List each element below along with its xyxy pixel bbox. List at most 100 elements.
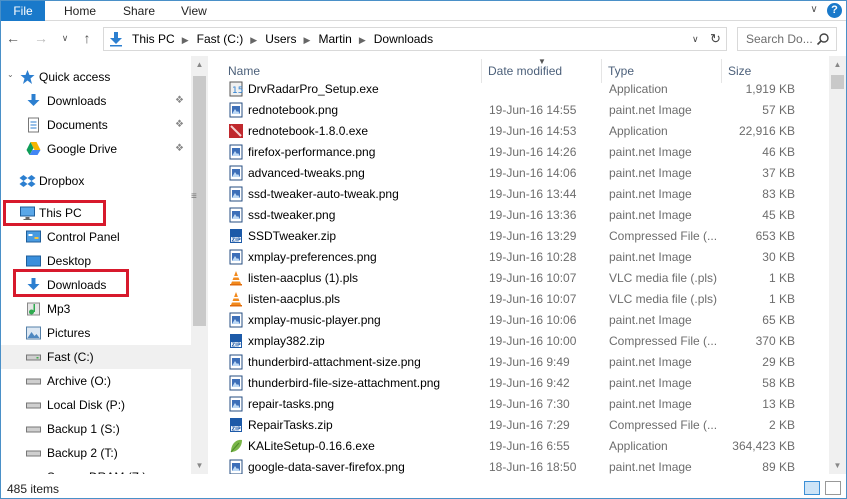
svg-text:ZIP: ZIP (232, 238, 241, 244)
collapse-chevron-icon[interactable]: ⌄ (7, 70, 14, 79)
file-name: rednotebook-1.8.0.exe (248, 124, 369, 138)
crumb-this-pc[interactable]: This PC (132, 28, 175, 50)
file-row[interactable]: thunderbird-file-size-attachment.png 19-J… (208, 373, 829, 394)
zip-icon: ZIP (230, 229, 242, 244)
nav-label: Backup 2 (T:) (47, 446, 118, 460)
tab-view[interactable]: View (181, 1, 207, 21)
file-row[interactable]: rednotebook-1.8.0.exe 19-Jun-16 14:53 Appl… (208, 121, 829, 142)
crumb-users[interactable]: Users (265, 28, 296, 50)
file-row[interactable]: listen-aacplus.pls 19-Jun-16 10:07 VLC med… (208, 289, 829, 310)
file-list: Name Date modified Type Size ▼ 15 DrvRada… (208, 56, 829, 474)
breadcrumb: This PC ▶ Fast (C:) ▶ Users ▶ Martin ▶ Downloads (132, 28, 433, 50)
nav-secure-dram-z[interactable]: Secure-DRAM (Z:) (1, 465, 191, 474)
address-dropdown-icon[interactable]: ∨ (692, 34, 702, 44)
nav-local-disk-p[interactable]: Local Disk (P:) (1, 393, 191, 417)
file-row[interactable]: xmplay-music-player.png 19-Jun-16 10:06 pa… (208, 310, 829, 331)
crumb-downloads[interactable]: Downloads (374, 28, 433, 50)
nav-label: Google Drive (47, 142, 118, 156)
nav-pane-scrollbar[interactable]: ▲ ▼ (191, 56, 208, 474)
file-row[interactable]: xmplay-preferences.png 19-Jun-16 10:28 pai… (208, 247, 829, 268)
file-row[interactable]: firefox-performance.png 19-Jun-16 14:26 pa… (208, 142, 829, 163)
nav-label: Pictures (47, 326, 91, 340)
crumb-martin[interactable]: Martin (318, 28, 351, 50)
file-row[interactable]: repair-tasks.png 19-Jun-16 7:30 paint.net … (208, 394, 829, 415)
file-date: 19-Jun-16 14:06 (489, 166, 577, 180)
nav-quick-access[interactable]: ⌄ Quick access (1, 65, 191, 89)
file-size: 29 KB (762, 355, 795, 369)
file-tab[interactable]: File (1, 1, 45, 21)
file-size: 37 KB (762, 166, 795, 180)
file-name: SSDTweaker.zip (248, 229, 337, 243)
file-type: paint.net Image (609, 376, 692, 390)
image-file-icon (229, 165, 243, 181)
back-arrow-icon[interactable]: ← (5, 30, 21, 46)
file-date: 18-Jun-16 18:50 (489, 460, 577, 474)
nav-quick-google-drive[interactable]: Google Drive ❖ (1, 137, 191, 161)
nav-quick-downloads[interactable]: Downloads ❖ (1, 89, 191, 113)
nav-pictures[interactable]: Pictures (1, 321, 191, 345)
up-arrow-icon[interactable]: ↑ (79, 30, 95, 46)
expand-ribbon-chevron-icon[interactable]: ∨ (808, 4, 820, 16)
music-icon (27, 302, 40, 316)
file-row[interactable]: ssd-tweaker.png 19-Jun-16 13:36 paint.net … (208, 205, 829, 226)
file-row[interactable]: advanced-tweaks.png 19-Jun-16 14:06 paint.… (208, 163, 829, 184)
nav-mp3[interactable]: Mp3 (1, 297, 191, 321)
nav-archive-o[interactable]: Archive (O:) (1, 369, 191, 393)
scroll-up-icon[interactable]: ▲ (829, 56, 846, 73)
file-row[interactable]: google-data-saver-firefox.png 18-Jun-16 1… (208, 457, 829, 474)
desktop-icon (26, 255, 41, 267)
file-row[interactable]: ZIP xmplay382.zip 19-Jun-16 10:00 Compresse… (208, 331, 829, 352)
details-view-icon[interactable] (804, 481, 820, 495)
scroll-down-icon[interactable]: ▼ (191, 457, 208, 474)
nav-label: Fast (C:) (47, 350, 94, 364)
file-row[interactable]: KALiteSetup-0.16.6.exe 19-Jun-16 6:55 Appl… (208, 436, 829, 457)
crumb-fast-c[interactable]: Fast (C:) (197, 28, 244, 50)
file-row[interactable]: 15 DrvRadarPro_Setup.exe Application 1,919 … (208, 79, 829, 100)
help-icon[interactable]: ? (827, 3, 842, 18)
nav-quick-documents[interactable]: Documents ❖ (1, 113, 191, 137)
pin-icon[interactable]: ❖ (175, 143, 185, 155)
tab-home[interactable]: Home (64, 1, 96, 21)
forward-arrow-icon[interactable]: → (33, 30, 49, 46)
file-date: 19-Jun-16 10:28 (489, 250, 577, 264)
nav-dropbox[interactable]: Dropbox (1, 169, 191, 193)
file-size: 30 KB (762, 250, 795, 264)
image-file-icon (229, 459, 243, 474)
file-row[interactable]: thunderbird-attachment-size.png 19-Jun-16… (208, 352, 829, 373)
search-box[interactable]: Search Do... (737, 27, 837, 51)
search-placeholder: Search Do... (746, 32, 813, 46)
file-row[interactable]: rednotebook.png 19-Jun-16 14:55 paint.net … (208, 100, 829, 121)
file-name: xmplay-preferences.png (248, 250, 377, 264)
pin-icon[interactable]: ❖ (175, 119, 185, 131)
chevron-right-icon[interactable]: ▶ (182, 29, 189, 51)
chevron-right-icon[interactable]: ▶ (359, 29, 366, 51)
large-icons-view-icon[interactable] (825, 481, 841, 495)
file-row[interactable]: ZIP RepairTasks.zip 19-Jun-16 7:29 Compress… (208, 415, 829, 436)
file-row[interactable]: ZIP SSDTweaker.zip 19-Jun-16 13:29 Compress… (208, 226, 829, 247)
file-type: Compressed File (... (609, 229, 718, 243)
refresh-icon[interactable]: ↻ (710, 31, 724, 47)
pane-splitter-grip-icon[interactable]: ≡ (191, 191, 201, 205)
file-list-scrollbar[interactable]: ▲ ▼ (829, 56, 846, 474)
nav-control-panel[interactable]: Control Panel (1, 225, 191, 249)
chevron-right-icon[interactable]: ▶ (250, 29, 257, 51)
scroll-down-icon[interactable]: ▼ (829, 457, 846, 474)
file-type: Application (609, 439, 668, 453)
file-type: VLC media file (.pls) (609, 292, 718, 306)
address-bar[interactable]: This PC ▶ Fast (C:) ▶ Users ▶ Martin ▶ Downloads… (103, 27, 727, 51)
chevron-right-icon[interactable]: ▶ (304, 29, 311, 51)
pin-icon[interactable]: ❖ (175, 95, 185, 107)
download-arrow-icon (110, 32, 122, 47)
recent-locations-chevron-icon[interactable]: ∨ (57, 30, 73, 46)
nav-backup-2-t[interactable]: Backup 2 (T:) (1, 441, 191, 465)
file-row[interactable]: ssd-tweaker-auto-tweak.png 19-Jun-16 13:4… (208, 184, 829, 205)
file-date: 19-Jun-16 7:30 (489, 397, 570, 411)
scrollbar-thumb[interactable] (831, 75, 844, 89)
nav-fast-c[interactable]: Fast (C:) (1, 345, 191, 369)
tab-share[interactable]: Share (123, 1, 155, 21)
file-size: 1,919 KB (745, 82, 795, 96)
file-row[interactable]: listen-aacplus (1).pls 19-Jun-16 10:07 VLC… (208, 268, 829, 289)
nav-backup-1-s[interactable]: Backup 1 (S:) (1, 417, 191, 441)
file-date: 19-Jun-16 13:44 (489, 187, 577, 201)
scroll-up-icon[interactable]: ▲ (191, 56, 208, 73)
